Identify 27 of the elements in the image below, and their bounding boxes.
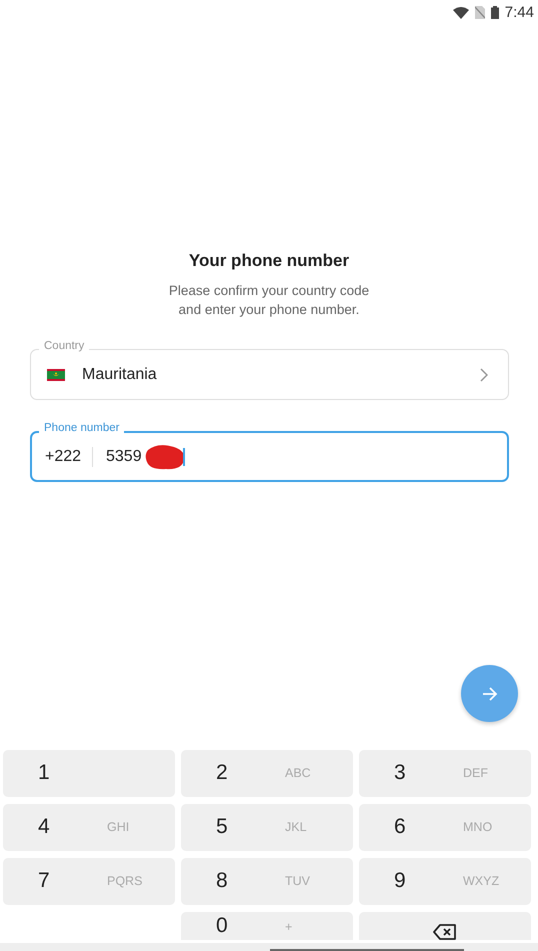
keypad-key[interactable]: 7 PQRS — [3, 858, 175, 905]
keypad-key[interactable]: 2 ABC — [181, 750, 353, 797]
clock-time: 7:44 — [504, 4, 534, 21]
page-title: Your phone number — [188, 251, 350, 271]
next-button[interactable] — [461, 665, 518, 722]
text-cursor — [182, 448, 185, 466]
chevron-right-icon — [480, 368, 488, 382]
field-label: Phone number — [39, 422, 124, 434]
keypad-key[interactable]: 4 GHI — [3, 804, 175, 851]
no-sim-icon — [474, 6, 485, 19]
keypad-key[interactable]: 0 + — [181, 912, 353, 940]
field-label: Country — [39, 340, 90, 352]
keypad-key[interactable]: 5 JKL — [181, 804, 353, 851]
flag-icon — [47, 368, 65, 380]
country-code: +222 — [45, 448, 82, 466]
keypad-key[interactable]: 8 TUV — [181, 858, 353, 905]
phone-number-value: 5359 — [106, 448, 142, 466]
keypad-key[interactable]: 1 — [3, 750, 175, 797]
backspace-icon — [433, 924, 457, 940]
wifi-icon — [452, 6, 469, 18]
keypad-key[interactable]: 9 WXYZ — [359, 858, 531, 905]
phone-number-field[interactable]: +222 5359 — [30, 431, 509, 482]
keypad-key[interactable]: 6 MNO — [359, 804, 531, 851]
instructions-text: Please confirm your country code and enter your phone number. — [168, 282, 370, 319]
arrow-right-icon — [482, 686, 498, 700]
keypad-key[interactable]: 3 DEF — [359, 750, 531, 797]
battery-icon — [490, 6, 499, 19]
